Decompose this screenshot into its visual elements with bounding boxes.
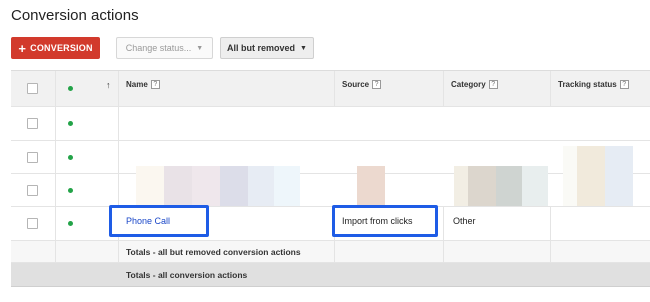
chevron-down-icon: ▼ bbox=[300, 44, 307, 52]
status-filter-dropdown[interactable]: All but removed ▼ bbox=[220, 37, 314, 59]
conversion-name-link[interactable]: Phone Call bbox=[126, 216, 170, 226]
header-checkbox-cell bbox=[11, 71, 56, 106]
header-source-label: Source bbox=[342, 80, 370, 89]
conversions-table: ↑ Name ? Source ? Category ? Tracking st… bbox=[11, 70, 650, 288]
change-status-label: Change status... bbox=[125, 43, 192, 53]
totals-empty-cell bbox=[56, 241, 119, 262]
category-value: Other bbox=[453, 216, 476, 226]
help-icon[interactable]: ? bbox=[372, 80, 382, 89]
header-status-cell[interactable]: ↑ bbox=[56, 71, 119, 106]
totals-empty-cell bbox=[444, 241, 551, 262]
highlight-box-name: Phone Call bbox=[109, 205, 209, 237]
help-icon[interactable]: ? bbox=[619, 80, 629, 89]
totals-label-cell: Totals - all but removed conversion acti… bbox=[119, 241, 335, 262]
totals-row-active: Totals - all but removed conversion acti… bbox=[11, 241, 650, 263]
totals-row-all: Totals - all conversion actions bbox=[11, 263, 650, 287]
row-checkbox[interactable] bbox=[27, 152, 38, 163]
help-icon[interactable]: ? bbox=[488, 80, 498, 89]
header-tracking-status-cell[interactable]: Tracking status ? bbox=[551, 71, 650, 106]
totals-empty-cell bbox=[11, 241, 56, 262]
row-status-cell bbox=[56, 141, 119, 173]
row-checkbox[interactable] bbox=[27, 185, 38, 196]
status-dot-icon bbox=[68, 188, 73, 193]
row-checkbox[interactable] bbox=[27, 218, 38, 229]
row-checkbox-cell bbox=[11, 107, 56, 140]
table-row[interactable] bbox=[11, 174, 650, 207]
plus-icon: + bbox=[18, 40, 27, 56]
table-row[interactable]: Other bbox=[11, 207, 650, 241]
totals-active-label: Totals - all but removed conversion acti… bbox=[126, 247, 301, 257]
row-checkbox-cell bbox=[11, 207, 56, 240]
header-name-cell[interactable]: Name ? bbox=[119, 71, 335, 106]
table-row[interactable] bbox=[11, 141, 650, 174]
page-title: Conversion actions bbox=[11, 7, 139, 24]
row-status-cell bbox=[56, 174, 119, 206]
totals-empty-cell bbox=[335, 241, 444, 262]
row-category-cell: Other bbox=[444, 207, 551, 240]
change-status-dropdown[interactable]: Change status... ▼ bbox=[116, 37, 213, 59]
source-value: Import from clicks bbox=[342, 216, 413, 226]
header-tracking-status-label: Tracking status bbox=[558, 80, 617, 89]
chevron-down-icon: ▼ bbox=[196, 44, 204, 52]
sort-arrow-icon[interactable]: ↑ bbox=[106, 80, 111, 90]
status-dot-icon bbox=[68, 221, 73, 226]
table-header-row: ↑ Name ? Source ? Category ? Tracking st… bbox=[11, 71, 650, 107]
add-conversion-label: CONVERSION bbox=[30, 43, 93, 53]
row-status-cell bbox=[56, 107, 119, 140]
status-filter-label: All but removed bbox=[227, 43, 296, 53]
row-checkbox[interactable] bbox=[27, 118, 38, 129]
select-all-checkbox[interactable] bbox=[27, 83, 38, 94]
highlight-box-source: Import from clicks bbox=[332, 205, 438, 237]
add-conversion-button[interactable]: + CONVERSION bbox=[11, 37, 100, 59]
row-checkbox-cell bbox=[11, 174, 56, 206]
table-row[interactable] bbox=[11, 107, 650, 141]
status-dot-icon bbox=[68, 155, 73, 160]
header-category-cell[interactable]: Category ? bbox=[444, 71, 551, 106]
totals-all-label: Totals - all conversion actions bbox=[126, 270, 248, 280]
header-category-label: Category bbox=[451, 80, 486, 89]
row-checkbox-cell bbox=[11, 141, 56, 173]
header-name-label: Name bbox=[126, 80, 148, 89]
status-dot-icon bbox=[68, 86, 73, 91]
header-source-cell[interactable]: Source ? bbox=[335, 71, 444, 106]
help-icon[interactable]: ? bbox=[150, 80, 160, 89]
status-dot-icon bbox=[68, 121, 73, 126]
